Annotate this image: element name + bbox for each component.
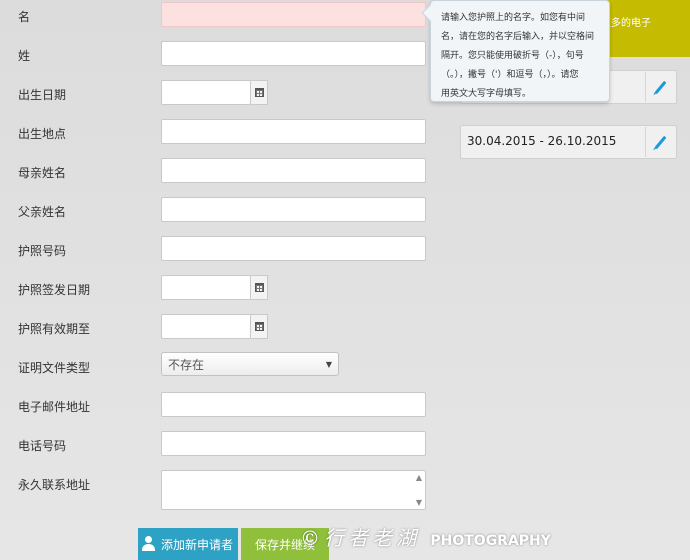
user-icon [142, 536, 156, 552]
document-type-value: 不存在 [168, 358, 205, 372]
first-name-input[interactable] [161, 2, 426, 27]
label-passport-number: 护照号码 [18, 244, 67, 258]
calendar-icon[interactable] [251, 80, 268, 105]
pencil-icon[interactable] [645, 72, 675, 102]
label-mother-name: 母亲姓名 [18, 166, 67, 180]
label-passport-expiry: 护照有效期至 [18, 322, 91, 336]
pencil-icon[interactable] [645, 127, 675, 157]
passport-number-input[interactable] [161, 236, 426, 261]
document-type-select[interactable]: 不存在 ▼ [161, 352, 339, 376]
chevron-down-icon: ▼ [325, 360, 332, 369]
label-phone: 电话号码 [18, 439, 67, 453]
phone-input[interactable] [161, 431, 426, 456]
label-passport-issue-date: 护照签发日期 [18, 283, 91, 297]
birth-place-input[interactable] [161, 119, 426, 144]
label-permanent-address: 永久联系地址 [18, 478, 91, 492]
birth-date-input[interactable] [161, 80, 251, 105]
label-birth-date: 出生日期 [18, 88, 67, 102]
label-father-name: 父亲姓名 [18, 205, 67, 219]
label-birth-place: 出生地点 [18, 127, 67, 141]
date-card-2-text: 30.04.2015 - 26.10.2015 [467, 134, 617, 148]
passport-issue-date-input[interactable] [161, 275, 251, 300]
email-input[interactable] [161, 392, 426, 417]
scroll-down-icon[interactable]: ▼ [416, 498, 422, 507]
label-document-type: 证明文件类型 [18, 361, 91, 375]
add-applicant-button[interactable]: 添加新申请者 [138, 528, 238, 560]
label-last-name: 姓 [18, 49, 31, 63]
tooltip-line: （。），撇号（'）和逗号（，）。请您 [441, 70, 579, 80]
label-first-name: 名 [18, 10, 31, 24]
calendar-icon[interactable] [251, 275, 268, 300]
tooltip-line: 请输入您护照上的名字。如您有中间 [441, 13, 586, 23]
father-name-input[interactable] [161, 197, 426, 222]
add-applicant-label: 添加新申请者 [161, 537, 234, 552]
passport-expiry-input[interactable] [161, 314, 251, 339]
first-name-tooltip: 请输入您护照上的名字。如您有中间 名，请在您的名字后输入，并以空格间 隔开。您只… [421, 0, 610, 102]
last-name-input[interactable] [161, 41, 426, 66]
date-card-2: 30.04.2015 - 26.10.2015 [460, 125, 677, 159]
label-email: 电子邮件地址 [18, 400, 91, 414]
photo-watermark: ©行者老湖 PHOTOGRAPHY [300, 526, 551, 550]
calendar-icon[interactable] [251, 314, 268, 339]
tooltip-line: 名，请在您的名字后输入，并以空格间 [441, 32, 595, 42]
tooltip-line: 隔开。您只能使用破折号（-），句号 [441, 51, 584, 61]
scroll-up-icon[interactable]: ▲ [416, 473, 422, 482]
tooltip-line: 用英文大写字母填写。 [441, 89, 532, 99]
mother-name-input[interactable] [161, 158, 426, 183]
permanent-address-textarea[interactable]: ▲ ▼ [161, 470, 426, 510]
